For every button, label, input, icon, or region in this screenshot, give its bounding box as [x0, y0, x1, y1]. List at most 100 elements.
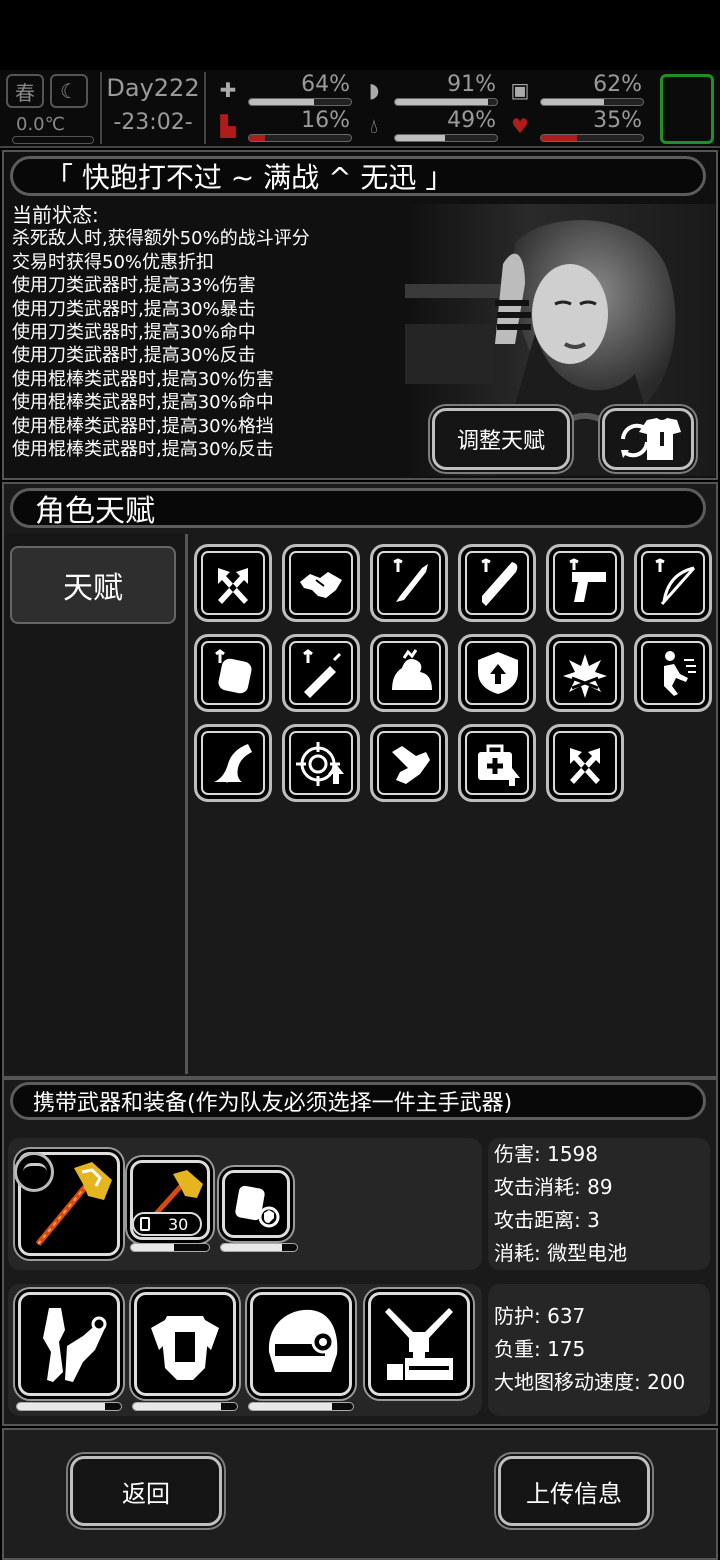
- status-bar: 春 ☾ 0.0℃ Day222 -23:02- ✚ 64% ◗ 91% ▣ 62…: [0, 70, 720, 148]
- change-outfit-button[interactable]: [602, 408, 694, 470]
- gear-slot[interactable]: [222, 1170, 290, 1238]
- health-stat: ✚ 64%: [214, 72, 354, 108]
- moon-icon: ☾: [50, 74, 88, 108]
- talent-tile[interactable]: [282, 634, 360, 712]
- armor-slot-3[interactable]: [250, 1292, 352, 1396]
- buff-line: 使用刀类武器时,提高30%命中: [12, 322, 256, 344]
- damage-stat: 伤害: 1598: [494, 1142, 598, 1166]
- day-time-panel: Day222 -23:02-: [100, 72, 206, 144]
- day-counter: Day222: [106, 74, 200, 102]
- character-title-bar: 「 快跑打不过 ~ 满战 ^ 无迅 」: [10, 156, 706, 196]
- buff-line: 使用棍棒类武器时,提高30%反击: [12, 439, 274, 461]
- armor-slot-2[interactable]: [134, 1292, 236, 1396]
- stamina-stat: ▙ 16%: [214, 108, 354, 144]
- buff-list: 当前状态: 杀死敌人时,获得额外50%的战斗评分 交易时获得50%优惠折扣 使用…: [12, 203, 310, 461]
- talent-tile[interactable]: [282, 724, 360, 802]
- buff-line: 杀死敌人时,获得额外50%的战斗评分: [12, 228, 310, 250]
- helmet-icon: [268, 1309, 338, 1372]
- shield-up-icon: [478, 652, 518, 694]
- talent-tile[interactable]: [194, 634, 272, 712]
- ammo-counter: 30: [132, 1212, 202, 1236]
- sprint-icon: [664, 651, 696, 696]
- weapon-stats: 伤害: 1598 攻击消耗: 89 攻击距离: 3 消耗: 微型电池: [494, 1138, 627, 1270]
- equipment-title: 携带武器和装备(作为队友必须选择一件主手武器): [33, 1091, 513, 1116]
- adjust-talent-button[interactable]: 调整天赋: [432, 408, 570, 470]
- back-label: 返回: [122, 1479, 170, 1508]
- armor2-durability: [132, 1402, 238, 1411]
- armor-stats: 防护: 637 负重: 175 大地图移动速度: 200: [494, 1300, 685, 1399]
- talent-title: 角色天赋: [35, 494, 155, 529]
- mood-value: 35%: [593, 108, 642, 133]
- medkit-icon: ✚: [219, 78, 237, 102]
- defense-stat: 防护: 637: [494, 1304, 586, 1328]
- armor1-durability: [16, 1402, 122, 1411]
- talent-tile[interactable]: [458, 724, 536, 802]
- talent-tile[interactable]: [282, 544, 360, 622]
- armor-slot-1[interactable]: [18, 1292, 120, 1396]
- talent-tile[interactable]: [370, 634, 448, 712]
- talent-tile[interactable]: [546, 544, 624, 622]
- explosion-icon: [563, 654, 607, 698]
- talent-title-bar: 角色天赋: [10, 488, 706, 529]
- muscle-icon: [392, 649, 432, 690]
- mood-stat: ♥ 35%: [506, 108, 646, 144]
- buff-line: 使用棍棒类武器时,提高30%命中: [12, 392, 274, 414]
- talent-tile[interactable]: [546, 634, 624, 712]
- hunger-stat: ◗ 91%: [360, 72, 500, 108]
- talent-tile[interactable]: [370, 724, 448, 802]
- bow-up-icon: [655, 558, 696, 605]
- season-label: 春: [6, 74, 44, 108]
- syringe-up-icon: [303, 649, 342, 698]
- battery-icon: ▣: [510, 78, 530, 102]
- talent-tile[interactable]: [634, 634, 712, 712]
- talent-tile[interactable]: [194, 724, 272, 802]
- talent-tile[interactable]: [546, 724, 624, 802]
- buff-line: 使用刀类武器时,提高33%伤害: [12, 275, 256, 297]
- outfit-swap-icon: [621, 418, 681, 460]
- buff-line: 使用刀类武器时,提高30%反击: [12, 345, 256, 367]
- consumption-stat: 消耗: 微型电池: [494, 1241, 628, 1265]
- adjust-talent-label: 调整天赋: [456, 429, 545, 454]
- talent-tile[interactable]: [370, 544, 448, 622]
- armor-plate-icon: [235, 1185, 280, 1228]
- stomach-icon: ◗: [368, 78, 380, 102]
- temperature: 0.0℃: [16, 114, 65, 135]
- back-button[interactable]: 返回: [70, 1456, 222, 1526]
- talent-category-list: 天赋: [4, 534, 188, 1074]
- temperature-bar: [12, 136, 94, 144]
- talent-tile[interactable]: [458, 544, 536, 622]
- season-panel: 春 ☾ 0.0℃: [6, 74, 94, 146]
- upload-info-button[interactable]: 上传信息: [498, 1456, 650, 1526]
- talent-tile[interactable]: [194, 544, 272, 622]
- main-hand-indicator: [14, 1152, 54, 1192]
- energy-stat: ▣ 62%: [506, 72, 646, 108]
- battery-ammo-icon: [140, 1217, 150, 1231]
- clock: -23:02-: [113, 110, 193, 135]
- crossed-axes-icon: [218, 568, 248, 604]
- path-icon: [214, 744, 252, 783]
- map-speed-stat: 大地图移动速度: 200: [494, 1370, 686, 1394]
- thirst-value: 49%: [447, 108, 496, 133]
- buff-line: 交易时获得50%优惠折扣: [12, 251, 215, 273]
- armor3-durability: [248, 1402, 354, 1411]
- blade-up-icon: [393, 558, 428, 602]
- minimap-frame[interactable]: [660, 74, 714, 144]
- combat-suit-icon: [43, 1308, 107, 1382]
- thirst-stat: 💧︎ 49%: [360, 108, 500, 144]
- attack-range-stat: 攻击距离: 3: [494, 1208, 600, 1232]
- target-up-icon: [296, 742, 344, 786]
- equipment-title-bar: 携带武器和装备(作为队友必须选择一件主手武器): [10, 1082, 706, 1120]
- attack-cost-stat: 攻击消耗: 89: [494, 1175, 613, 1199]
- boot-icon: ▙: [220, 114, 236, 138]
- talent-tile[interactable]: [458, 634, 536, 712]
- water-drop-icon: 💧︎: [370, 114, 378, 138]
- stamina-value: 16%: [301, 108, 350, 133]
- talent-tile[interactable]: [634, 544, 712, 622]
- tab-talent[interactable]: 天赋: [10, 546, 176, 624]
- arm-icon: [392, 746, 430, 784]
- status-header: 当前状态:: [12, 203, 99, 227]
- tool-slot[interactable]: [368, 1292, 470, 1396]
- energy-value: 62%: [593, 72, 642, 97]
- upload-info-label: 上传信息: [526, 1479, 622, 1508]
- crossed-hammers-icon: [570, 748, 600, 784]
